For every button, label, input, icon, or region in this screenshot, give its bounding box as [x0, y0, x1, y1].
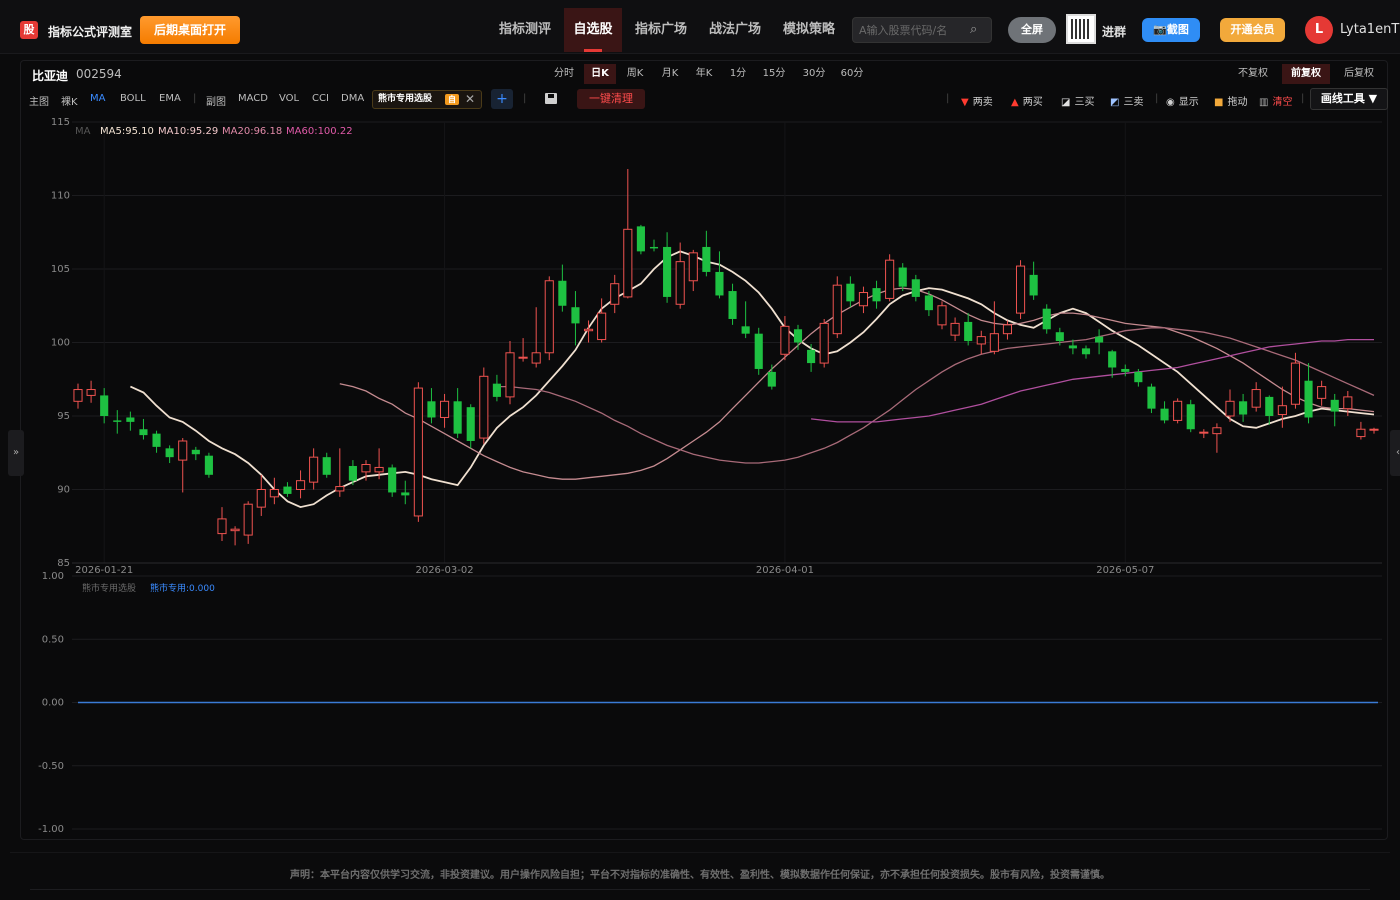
drag-label: 拖动 [1227, 97, 1248, 108]
draw-tools-dropdown[interactable]: 画线工具 ▼ [1310, 88, 1388, 110]
three-buy-label: 三买 [1074, 97, 1095, 108]
two-sell-label: 两卖 [972, 97, 993, 108]
two-sell-tool[interactable]: ▼ 两卖 [961, 93, 993, 108]
indicator-dma[interactable]: DMA [341, 93, 364, 104]
clear-all-button[interactable]: 一键清理 [577, 89, 645, 109]
chart-panel [20, 60, 1388, 840]
add-indicator-button[interactable]: + [491, 89, 513, 109]
join-group-link[interactable]: 进群 [1102, 23, 1126, 40]
indicator-macd[interactable]: MACD [238, 93, 268, 104]
open-vip-button[interactable]: 开通会员 [1220, 18, 1285, 42]
eye-icon: ◉ [1166, 97, 1175, 108]
three-sell-tool[interactable]: ◩ 三卖 [1110, 93, 1143, 108]
divider: | [1155, 93, 1159, 104]
divider: | [1301, 93, 1305, 104]
adjust-none[interactable]: 不复权 [1230, 64, 1276, 84]
divider: | [946, 93, 950, 104]
trash-icon: ▥ [1259, 97, 1269, 108]
avatar[interactable]: L [1305, 16, 1333, 44]
show-label: 显示 [1178, 97, 1199, 108]
three-buy-tool[interactable]: ◪ 三买 [1061, 93, 1094, 108]
qr-code-icon [1066, 14, 1096, 44]
down-triangle-icon: ▼ [961, 97, 969, 108]
indicator-cci[interactable]: CCI [312, 93, 329, 104]
period-15min[interactable]: 15分 [756, 64, 792, 84]
fullscreen-button[interactable]: 全屏 [1008, 17, 1056, 43]
up-triangle-icon: ▲ [1011, 97, 1019, 108]
nav-simulated-strategy[interactable]: 模拟策略 [774, 8, 844, 52]
two-buy-label: 两买 [1022, 97, 1043, 108]
line-chart-icon: ◪ [1061, 97, 1071, 108]
nav-strategy-square[interactable]: 战法广场 [700, 8, 770, 52]
indicator-vol[interactable]: VOL [279, 93, 299, 104]
nav-watchlist[interactable]: 自选股 [564, 8, 622, 52]
two-buy-tool[interactable]: ▲ 两买 [1011, 93, 1043, 108]
expand-left-icon[interactable]: » [8, 430, 24, 476]
period-30min[interactable]: 30分 [796, 64, 832, 84]
expand-right-icon[interactable]: ‹ [1390, 430, 1400, 476]
adjust-forward[interactable]: 前复权 [1282, 64, 1330, 84]
drag-tool[interactable]: ■ 拖动 [1214, 93, 1247, 108]
self-badge: 自 [445, 94, 459, 105]
search-icon[interactable]: ⌕ [970, 22, 977, 37]
lock-icon: ■ [1214, 97, 1224, 108]
sub-chart-label: 副图 [206, 97, 226, 108]
three-sell-label: 三卖 [1123, 97, 1144, 108]
disclaimer: 声明：本平台内容仅供学习交流，非投资建议。用户操作风险自担；平台不对指标的准确性… [290, 870, 1110, 881]
stock-name: 比亚迪 [32, 69, 69, 83]
clear-label: 清空 [1272, 97, 1293, 108]
period-60min[interactable]: 60分 [834, 64, 870, 84]
custom-indicator-tag[interactable]: 熊市专用选股 自 ✕ [372, 90, 482, 109]
indicator-ma[interactable]: MA [90, 93, 105, 104]
period-weekly[interactable]: 周K [619, 64, 651, 84]
top-navbar: 股 指标公式评测室 后期桌面打开 指标测评 自选股 指标广场 战法广场 模拟策略… [0, 0, 1400, 54]
period-monthly[interactable]: 月K [654, 64, 686, 84]
username[interactable]: Lyta1enT [1340, 22, 1399, 37]
indicator-naked-k[interactable]: 裸K [61, 93, 78, 108]
divider: | [523, 93, 527, 104]
adjust-backward[interactable]: 后复权 [1336, 64, 1382, 84]
clear-drawings-tool[interactable]: ▥ 清空 [1259, 93, 1292, 108]
screenshot-button[interactable]: 📷截图 [1142, 18, 1200, 42]
indicator-boll[interactable]: BOLL [120, 93, 146, 104]
main-chart-label: 主图 [29, 97, 49, 108]
line-chart-icon: ◩ [1110, 97, 1120, 108]
camera-icon: 📷 [1153, 23, 1167, 36]
indicator-ema[interactable]: EMA [159, 93, 181, 104]
close-icon[interactable]: ✕ [465, 91, 475, 108]
divider [10, 852, 1390, 853]
app-logo-icon: 股 [20, 21, 38, 39]
divider: | [193, 93, 197, 104]
save-icon[interactable] [545, 93, 557, 104]
nav-indicator-square[interactable]: 指标广场 [626, 8, 696, 52]
custom-indicator-label: 熊市专用选股 [378, 94, 433, 104]
period-1min[interactable]: 1分 [722, 64, 754, 84]
period-daily[interactable]: 日K [584, 64, 616, 84]
open-desktop-button[interactable]: 后期桌面打开 [140, 16, 240, 44]
divider [30, 889, 1370, 890]
screenshot-label: 截图 [1166, 23, 1189, 36]
nav-indicator-review[interactable]: 指标测评 [488, 8, 562, 52]
app-title: 指标公式评测室 [48, 25, 133, 39]
stock-code: 002594 [76, 67, 122, 81]
period-intraday[interactable]: 分时 [548, 64, 580, 84]
show-tool[interactable]: ◉ 显示 [1166, 93, 1199, 108]
period-yearly[interactable]: 年K [688, 64, 720, 84]
